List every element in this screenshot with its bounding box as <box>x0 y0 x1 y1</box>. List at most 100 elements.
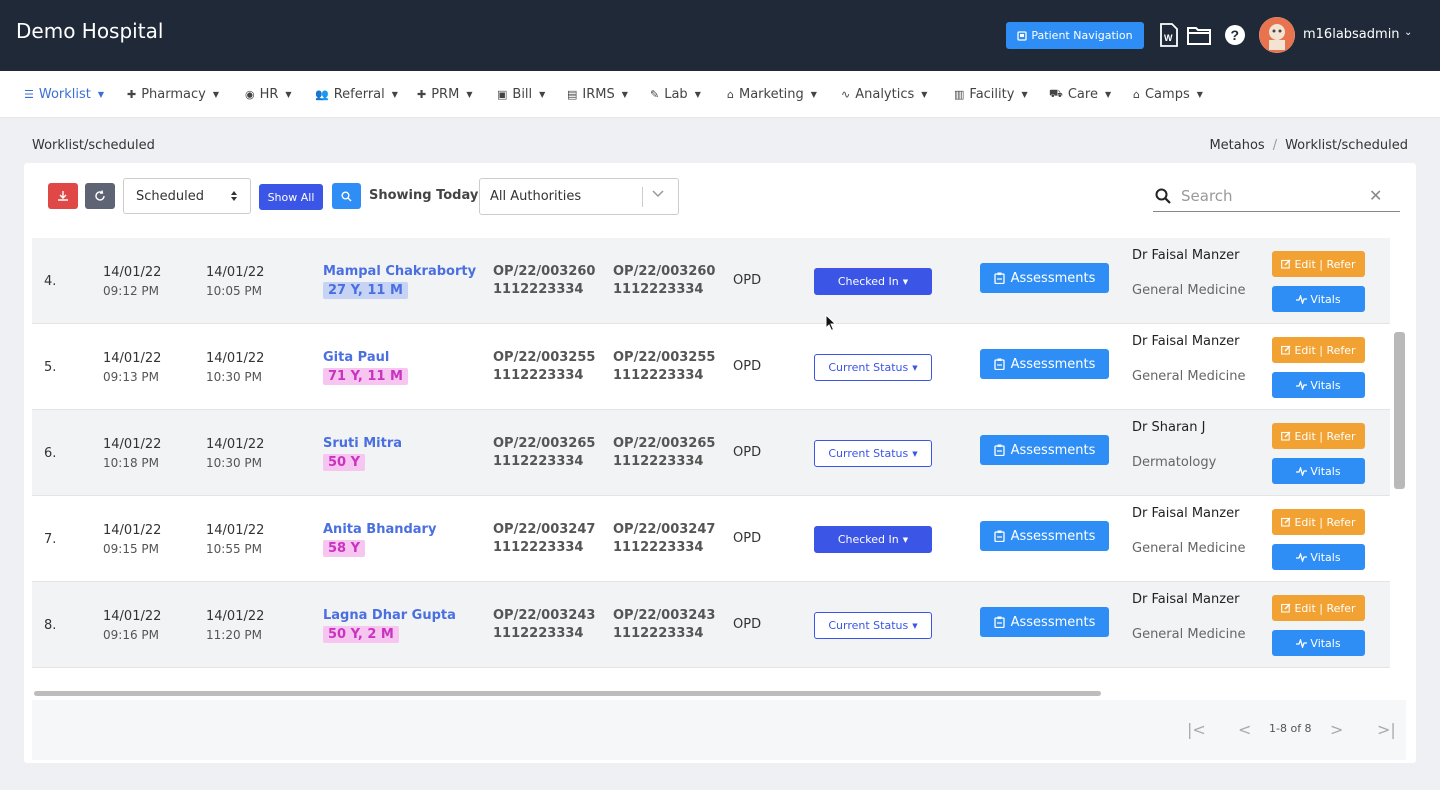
status-dropdown-button[interactable]: Current Status ▼ <box>814 354 932 381</box>
menu-item-worklist[interactable]: ☰ Worklist ▼ <box>24 85 104 103</box>
menu-item-label: Analytics <box>855 86 915 102</box>
patient-name-link[interactable]: Mampal Chakraborty <box>323 264 476 279</box>
patient-name-link[interactable]: Sruti Mitra <box>323 436 402 451</box>
menu-item-irms[interactable]: ▤ IRMS ▼ <box>567 85 628 103</box>
menu-item-label: Camps <box>1144 86 1190 102</box>
visit-type: OPD <box>733 359 762 374</box>
vitals-button[interactable]: Vitals <box>1272 286 1365 312</box>
vitals-button[interactable]: Vitals <box>1272 372 1365 398</box>
op-number-cell: OP/22/003247 1112223334 <box>493 522 595 555</box>
status-label: Checked In <box>837 275 899 288</box>
menu-item-analytics[interactable]: ∿ Analytics ▼ <box>841 85 927 103</box>
patient-name-link[interactable]: Lagna Dhar Gupta <box>323 608 456 623</box>
doctor-name: Dr Faisal Manzer <box>1132 592 1240 607</box>
status-dropdown-button[interactable]: Checked In ▼ <box>814 526 932 553</box>
list-icon: ☰ <box>24 87 34 101</box>
phone-number: 1112223334 <box>613 626 704 641</box>
pulse-icon <box>1296 380 1308 390</box>
caret-down-icon: ▼ <box>621 89 628 99</box>
plus-icon: ✚ <box>127 87 137 101</box>
row-index: 5. <box>44 360 57 375</box>
assessments-button[interactable]: Assessments <box>980 349 1109 379</box>
menu-item-hr[interactable]: ◉ HR ▼ <box>245 85 292 103</box>
menu-item-referral[interactable]: 👥 Referral ▼ <box>315 85 398 103</box>
booked-datetime: 14/01/22 10:18 PM <box>103 437 161 470</box>
appointment-time: 11:20 PM <box>206 628 262 642</box>
op-number: OP/22/003265 <box>493 436 596 451</box>
caret-down-icon: ▼ <box>694 89 701 99</box>
help-icon[interactable]: ? <box>1223 22 1247 48</box>
search-input[interactable] <box>1181 184 1361 208</box>
vertical-scrollbar[interactable] <box>1394 332 1405 489</box>
patient-navigation-button[interactable]: Patient Navigation <box>1006 22 1144 49</box>
pagination-range: 1-8 of 8 <box>1269 722 1312 735</box>
chevron-down-icon[interactable] <box>652 187 664 201</box>
menu-item-bill[interactable]: ▣ Bill ▼ <box>497 85 545 103</box>
assessments-label: Assessments <box>1010 356 1096 372</box>
download-button[interactable] <box>48 183 78 209</box>
assessments-button[interactable]: Assessments <box>980 263 1109 293</box>
table-row: 8. 14/01/22 09:16 PM 14/01/22 11:20 PM Lagna … <box>32 582 1390 668</box>
op-number-cell-2: OP/22/003243 1112223334 <box>613 608 715 641</box>
folder-icon[interactable] <box>1187 22 1211 48</box>
assessments-button[interactable]: Assessments <box>980 607 1109 637</box>
menu-item-care[interactable]: ⛟ Care ▼ <box>1049 85 1111 103</box>
schedule-filter-select[interactable]: Scheduled <box>123 178 251 214</box>
vitals-button[interactable]: Vitals <box>1272 458 1365 484</box>
first-page-icon[interactable]: |< <box>1187 720 1206 739</box>
assessments-button[interactable]: Assessments <box>980 435 1109 465</box>
caret-down-icon: ▼ <box>97 89 105 99</box>
breadcrumb-root[interactable]: Metahos <box>1209 138 1264 153</box>
booked-date: 14/01/22 <box>103 437 162 452</box>
filter-search-button[interactable] <box>332 183 361 209</box>
patient-name-link[interactable]: Anita Bhandary <box>323 522 436 537</box>
last-page-icon[interactable]: >| <box>1377 720 1396 739</box>
menu-item-marketing[interactable]: ⌂ Marketing ▼ <box>727 85 817 103</box>
row-index: 7. <box>44 532 57 547</box>
patient-name-link[interactable]: Gita Paul <box>323 350 408 365</box>
phone-number: 1112223334 <box>613 454 704 469</box>
menu-item-pharmacy[interactable]: ✚ Pharmacy ▼ <box>127 85 219 103</box>
edit-refer-button[interactable]: Edit | Refer <box>1272 509 1365 535</box>
user-avatar[interactable] <box>1259 17 1295 53</box>
assessments-button[interactable]: Assessments <box>980 521 1109 551</box>
vitals-label: Vitals <box>1310 550 1341 564</box>
booked-time: 10:18 PM <box>103 456 159 470</box>
horizontal-scrollbar[interactable] <box>34 691 1101 696</box>
edit-refer-button[interactable]: Edit | Refer <box>1272 423 1365 449</box>
menu-item-facility[interactable]: ▥ Facility ▼ <box>954 85 1028 103</box>
menu-item-label: Referral <box>333 86 385 102</box>
assessments-label: Assessments <box>1010 270 1096 286</box>
next-page-icon[interactable]: > <box>1330 720 1343 739</box>
username[interactable]: m16labsadmin <box>1303 27 1400 42</box>
previous-page-icon[interactable]: < <box>1238 720 1251 739</box>
appointment-time: 10:55 PM <box>206 542 262 556</box>
refresh-button[interactable] <box>85 183 115 209</box>
menu-item-camps[interactable]: ⌂ Camps ▼ <box>1133 85 1203 103</box>
menu-item-label: Care <box>1067 86 1098 102</box>
appointment-datetime: 14/01/22 10:30 PM <box>206 437 264 470</box>
word-document-icon[interactable]: W <box>1157 22 1181 48</box>
menu-item-lab[interactable]: ✎ Lab ▼ <box>650 85 701 103</box>
edit-refer-button[interactable]: Edit | Refer <box>1272 337 1365 363</box>
caret-down-icon: ▼ <box>902 277 909 286</box>
edit-icon <box>1281 517 1291 527</box>
department-name: General Medicine <box>1132 541 1246 556</box>
edit-refer-button[interactable]: Edit | Refer <box>1272 251 1365 277</box>
clipboard-icon <box>993 530 1005 542</box>
vitals-button[interactable]: Vitals <box>1272 544 1365 570</box>
bill-icon: ▣ <box>497 87 508 101</box>
authorities-select[interactable]: All Authorities <box>479 178 679 215</box>
status-dropdown-button[interactable]: Current Status ▼ <box>814 612 932 639</box>
clear-search-icon[interactable]: ✕ <box>1369 186 1382 205</box>
caret-down-icon: ▼ <box>810 89 817 99</box>
patient-age-badge: 71 Y, 11 M <box>323 368 408 385</box>
status-dropdown-button[interactable]: Current Status ▼ <box>814 440 932 467</box>
menu-item-prm[interactable]: ✚ PRM ▼ <box>417 85 472 103</box>
booked-time: 09:13 PM <box>103 370 159 384</box>
user-menu-chevron-icon[interactable]: ⌄ <box>1404 27 1412 38</box>
edit-refer-button[interactable]: Edit | Refer <box>1272 595 1365 621</box>
show-all-button[interactable]: Show All <box>259 184 323 210</box>
status-dropdown-button[interactable]: Checked In ▼ <box>814 268 932 295</box>
vitals-button[interactable]: Vitals <box>1272 630 1365 656</box>
